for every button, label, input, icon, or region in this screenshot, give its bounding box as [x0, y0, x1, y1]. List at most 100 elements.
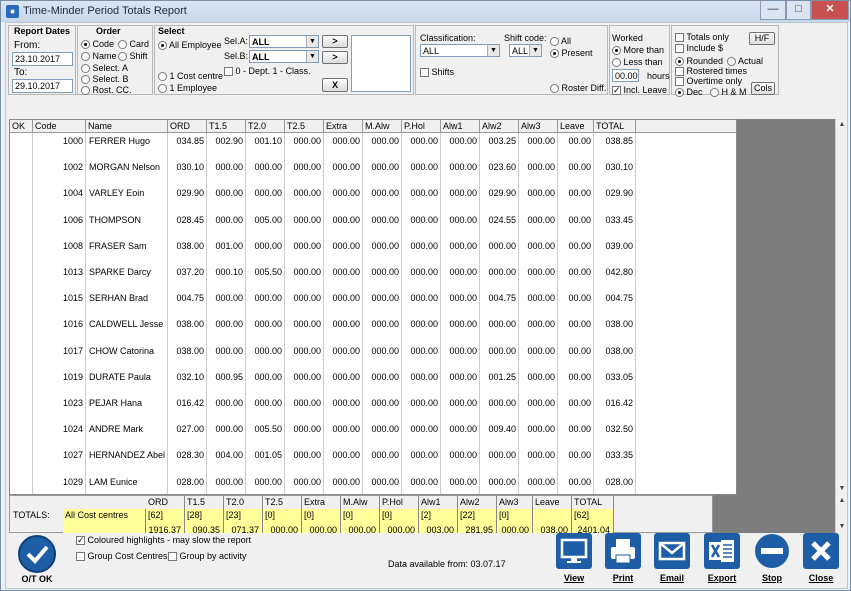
group-by-activity-checkbox[interactable]: Group by activity [168, 551, 247, 562]
employee-code-cell: 1017 [62, 345, 83, 356]
close-button[interactable]: Close [802, 533, 840, 585]
order-rost-cc-radio[interactable]: Rost. CC. [81, 85, 132, 96]
table-cell: 000.00 [449, 293, 477, 304]
coloured-highlights-checkbox[interactable]: Coloured highlights - may slow the repor… [76, 534, 251, 546]
column-header[interactable]: Alw1 [441, 120, 480, 133]
sel-b-dropdown[interactable]: ALL ▼ [249, 50, 319, 63]
column-header[interactable]: T2.5 [285, 120, 324, 133]
table-cell[interactable] [10, 371, 33, 383]
totals-scroll-up-icon[interactable]: ▲ [836, 495, 848, 507]
column-header[interactable]: OK [10, 120, 33, 133]
table-cell: 000.00 [293, 240, 321, 251]
column-header[interactable]: Alw2 [480, 120, 519, 133]
less-than-radio[interactable]: Less than [612, 57, 663, 68]
table-cell[interactable] [10, 187, 33, 199]
dec-radio[interactable]: Dec [675, 87, 703, 98]
column-header[interactable]: Code [33, 120, 86, 133]
overtime-only-checkbox[interactable]: Overtime only [675, 76, 742, 87]
totals-scrollbar[interactable]: ▲ ▼ [835, 495, 847, 533]
export-button[interactable]: Export [703, 533, 741, 585]
one-employee-radio[interactable]: 1 Employee [158, 83, 217, 94]
one-cost-centre-radio[interactable]: 1 Cost centre [158, 71, 223, 82]
stop-button[interactable]: Stop [753, 533, 791, 585]
column-header[interactable]: T1.5 [207, 120, 246, 133]
scroll-down-icon[interactable]: ▼ [836, 483, 848, 495]
column-header[interactable]: T2.0 [246, 120, 285, 133]
table-cell: 029.90 [605, 188, 633, 199]
more-than-radio[interactable]: More than [612, 45, 664, 56]
ot-ok-button[interactable]: O/T OK [14, 535, 60, 587]
close-icon[interactable]: ✕ [811, 1, 849, 20]
table-cell: 000.00 [527, 267, 555, 277]
column-header[interactable]: P.Hol [402, 120, 441, 133]
column-header[interactable]: M.Alw [363, 120, 402, 133]
all-radio[interactable]: All [550, 36, 571, 47]
order-name-radio[interactable]: Name [81, 51, 117, 62]
order-shift-radio[interactable]: Shift [118, 51, 148, 62]
selection-listbox[interactable] [351, 35, 411, 92]
table-cell[interactable] [10, 318, 33, 330]
table-cell: 005.50 [254, 267, 282, 277]
ot-ok-label: O/T OK [21, 574, 53, 584]
table-cell[interactable] [10, 214, 33, 226]
table-cell[interactable] [10, 161, 33, 173]
view-button[interactable]: View [555, 533, 593, 585]
table-cell[interactable] [10, 266, 33, 278]
header-footer-button[interactable]: H/F [749, 32, 775, 45]
actual-radio[interactable]: Actual [727, 56, 763, 67]
table-cell[interactable] [10, 345, 33, 357]
scroll-up-icon[interactable]: ▲ [836, 119, 848, 131]
totals-header: TOTAL [572, 496, 614, 509]
table-cell: 004.75 [605, 293, 633, 304]
print-button[interactable]: Print [604, 533, 642, 585]
rounded-radio[interactable]: Rounded [675, 56, 723, 67]
table-cell[interactable] [10, 423, 33, 435]
column-header[interactable]: Alw3 [519, 120, 558, 133]
sel-b-add-button[interactable]: > [322, 51, 348, 64]
incl-leave-checkbox[interactable]: Incl. Leave [612, 84, 667, 96]
all-employee-radio[interactable]: All Employee [158, 40, 222, 51]
shift-code-dropdown[interactable]: ALL ▼ [509, 44, 542, 57]
order-select-a-radio[interactable]: Select. A [81, 63, 128, 74]
order-select-b-radio[interactable]: Select. B [81, 74, 129, 85]
totals-only-checkbox[interactable]: Totals only [675, 32, 729, 43]
present-radio[interactable]: Present [550, 48, 593, 59]
from-date-input[interactable]: 23.10.2017 [12, 52, 73, 66]
to-date-input[interactable]: 29.10.2017 [12, 79, 73, 93]
rostered-times-checkbox[interactable]: Rostered times [675, 66, 747, 77]
classification-dropdown[interactable]: ALL ▼ [420, 44, 500, 57]
table-cell[interactable] [10, 476, 33, 488]
column-header[interactable]: Extra [324, 120, 363, 133]
column-header[interactable]: TOTAL [594, 120, 636, 133]
order-card-radio[interactable]: Card [118, 39, 149, 50]
totals-value: 281.95 [458, 522, 497, 533]
column-header[interactable]: Leave [558, 120, 594, 133]
table-cell[interactable] [10, 135, 33, 147]
dept-class-checkbox[interactable]: 0 - Dept. 1 - Class. [224, 66, 311, 77]
order-code-radio[interactable]: Code [81, 39, 114, 50]
table-cell[interactable] [10, 449, 33, 461]
group-cost-centres-checkbox[interactable]: Group Cost Centres [76, 551, 168, 562]
maximize-icon[interactable]: □ [786, 1, 811, 20]
table-cell[interactable] [10, 240, 33, 252]
report-grid[interactable]: OK Code Name ORD T1.5 T2.0 T2.5 Extra M.Alw P.Hol… [9, 119, 737, 495]
table-cell: 002.90 [215, 136, 243, 146]
minimize-icon[interactable]: — [760, 1, 786, 20]
roster-diff-radio[interactable]: Roster Diff. [550, 83, 606, 94]
grid-vertical-scrollbar[interactable]: ▲ ▼ [835, 119, 847, 495]
table-cell[interactable] [10, 397, 33, 409]
shifts-checkbox[interactable]: Shifts [420, 67, 454, 78]
sel-a-add-button[interactable]: > [322, 35, 348, 48]
table-cell: 000.00 [293, 162, 321, 173]
include-dollar-checkbox[interactable]: Include $ [675, 43, 723, 54]
clear-selection-button[interactable]: X [322, 78, 348, 92]
email-button[interactable]: Email [653, 533, 691, 585]
hours-input[interactable]: 00.00 [612, 69, 639, 82]
column-header[interactable]: ORD [168, 120, 207, 133]
table-cell[interactable] [10, 292, 33, 304]
totals-scroll-down-icon[interactable]: ▼ [836, 521, 848, 533]
columns-button[interactable]: Cols [751, 82, 775, 95]
column-header[interactable]: Name [86, 120, 168, 133]
h-m-radio[interactable]: H & M [710, 87, 747, 98]
sel-a-dropdown[interactable]: ALL ▼ [249, 35, 319, 48]
